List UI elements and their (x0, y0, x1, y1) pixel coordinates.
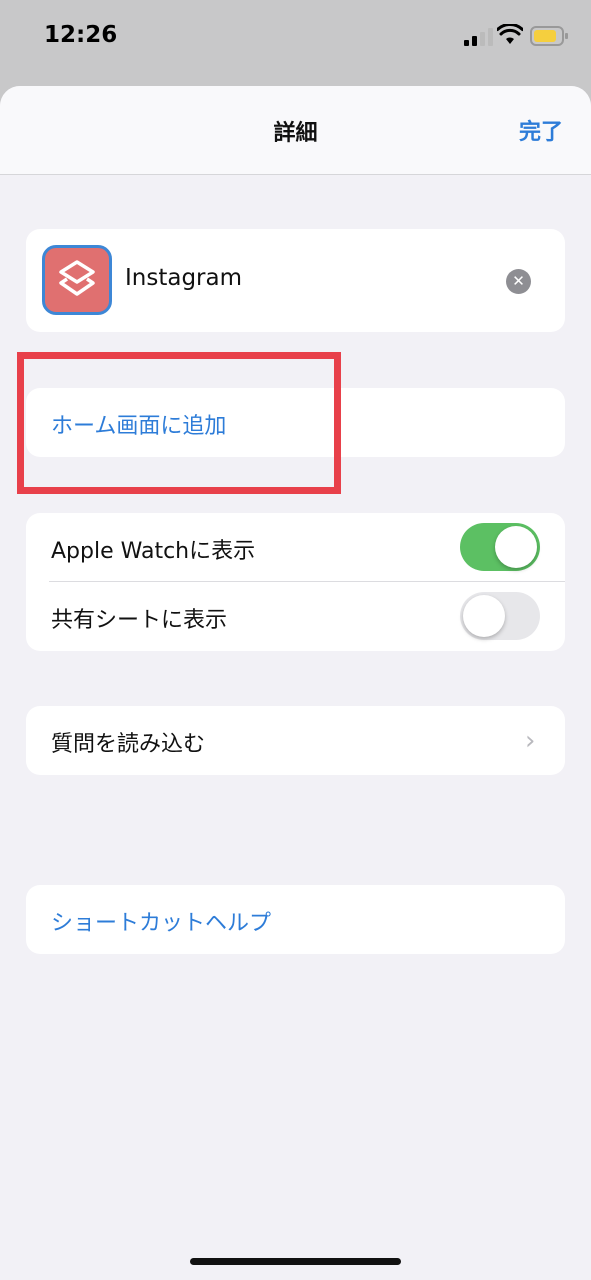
shortcut-name-card: Instagram ✕ (26, 229, 565, 332)
nav-bar: 詳細 完了 (0, 86, 591, 175)
apple-watch-row: Apple Watchに表示 (26, 513, 565, 582)
battery-icon (530, 26, 568, 46)
shortcut-name-input[interactable]: Instagram (125, 265, 242, 291)
shortcut-help-button[interactable]: ショートカットヘルプ (26, 885, 565, 954)
page-title: 詳細 (273, 121, 318, 146)
share-sheet-toggle[interactable] (460, 592, 540, 640)
done-button[interactable]: 完了 (519, 114, 563, 146)
apple-watch-toggle[interactable] (460, 523, 540, 571)
red-highlight-box (17, 352, 341, 494)
share-sheet-label: 共有シートに表示 (51, 608, 228, 633)
toggle-knob (463, 595, 505, 637)
import-questions-row[interactable]: 質問を読み込む › (26, 706, 565, 775)
status-bar: 12:26 (0, 0, 591, 80)
cellular-signal-icon (464, 28, 493, 46)
home-indicator (190, 1258, 401, 1265)
clear-name-button[interactable]: ✕ (506, 269, 531, 294)
visibility-toggles-card: Apple Watchに表示 共有シートに表示 (26, 513, 565, 651)
import-questions-label: 質問を読み込む (51, 732, 206, 757)
details-sheet: 詳細 完了 Instagram ✕ ホーム画面に追加 Apple Watchに表… (0, 86, 591, 1280)
chevron-right-icon: › (525, 726, 536, 756)
toggle-knob (495, 526, 537, 568)
status-time: 12:26 (44, 22, 118, 48)
shortcuts-layers-icon (59, 260, 95, 296)
share-sheet-row: 共有シートに表示 (26, 582, 565, 650)
shortcut-icon-button[interactable] (42, 245, 112, 315)
apple-watch-label: Apple Watchに表示 (51, 539, 256, 564)
shortcut-help-label: ショートカットヘルプ (51, 911, 272, 936)
wifi-icon (497, 24, 523, 44)
clear-icon: ✕ (512, 272, 525, 290)
